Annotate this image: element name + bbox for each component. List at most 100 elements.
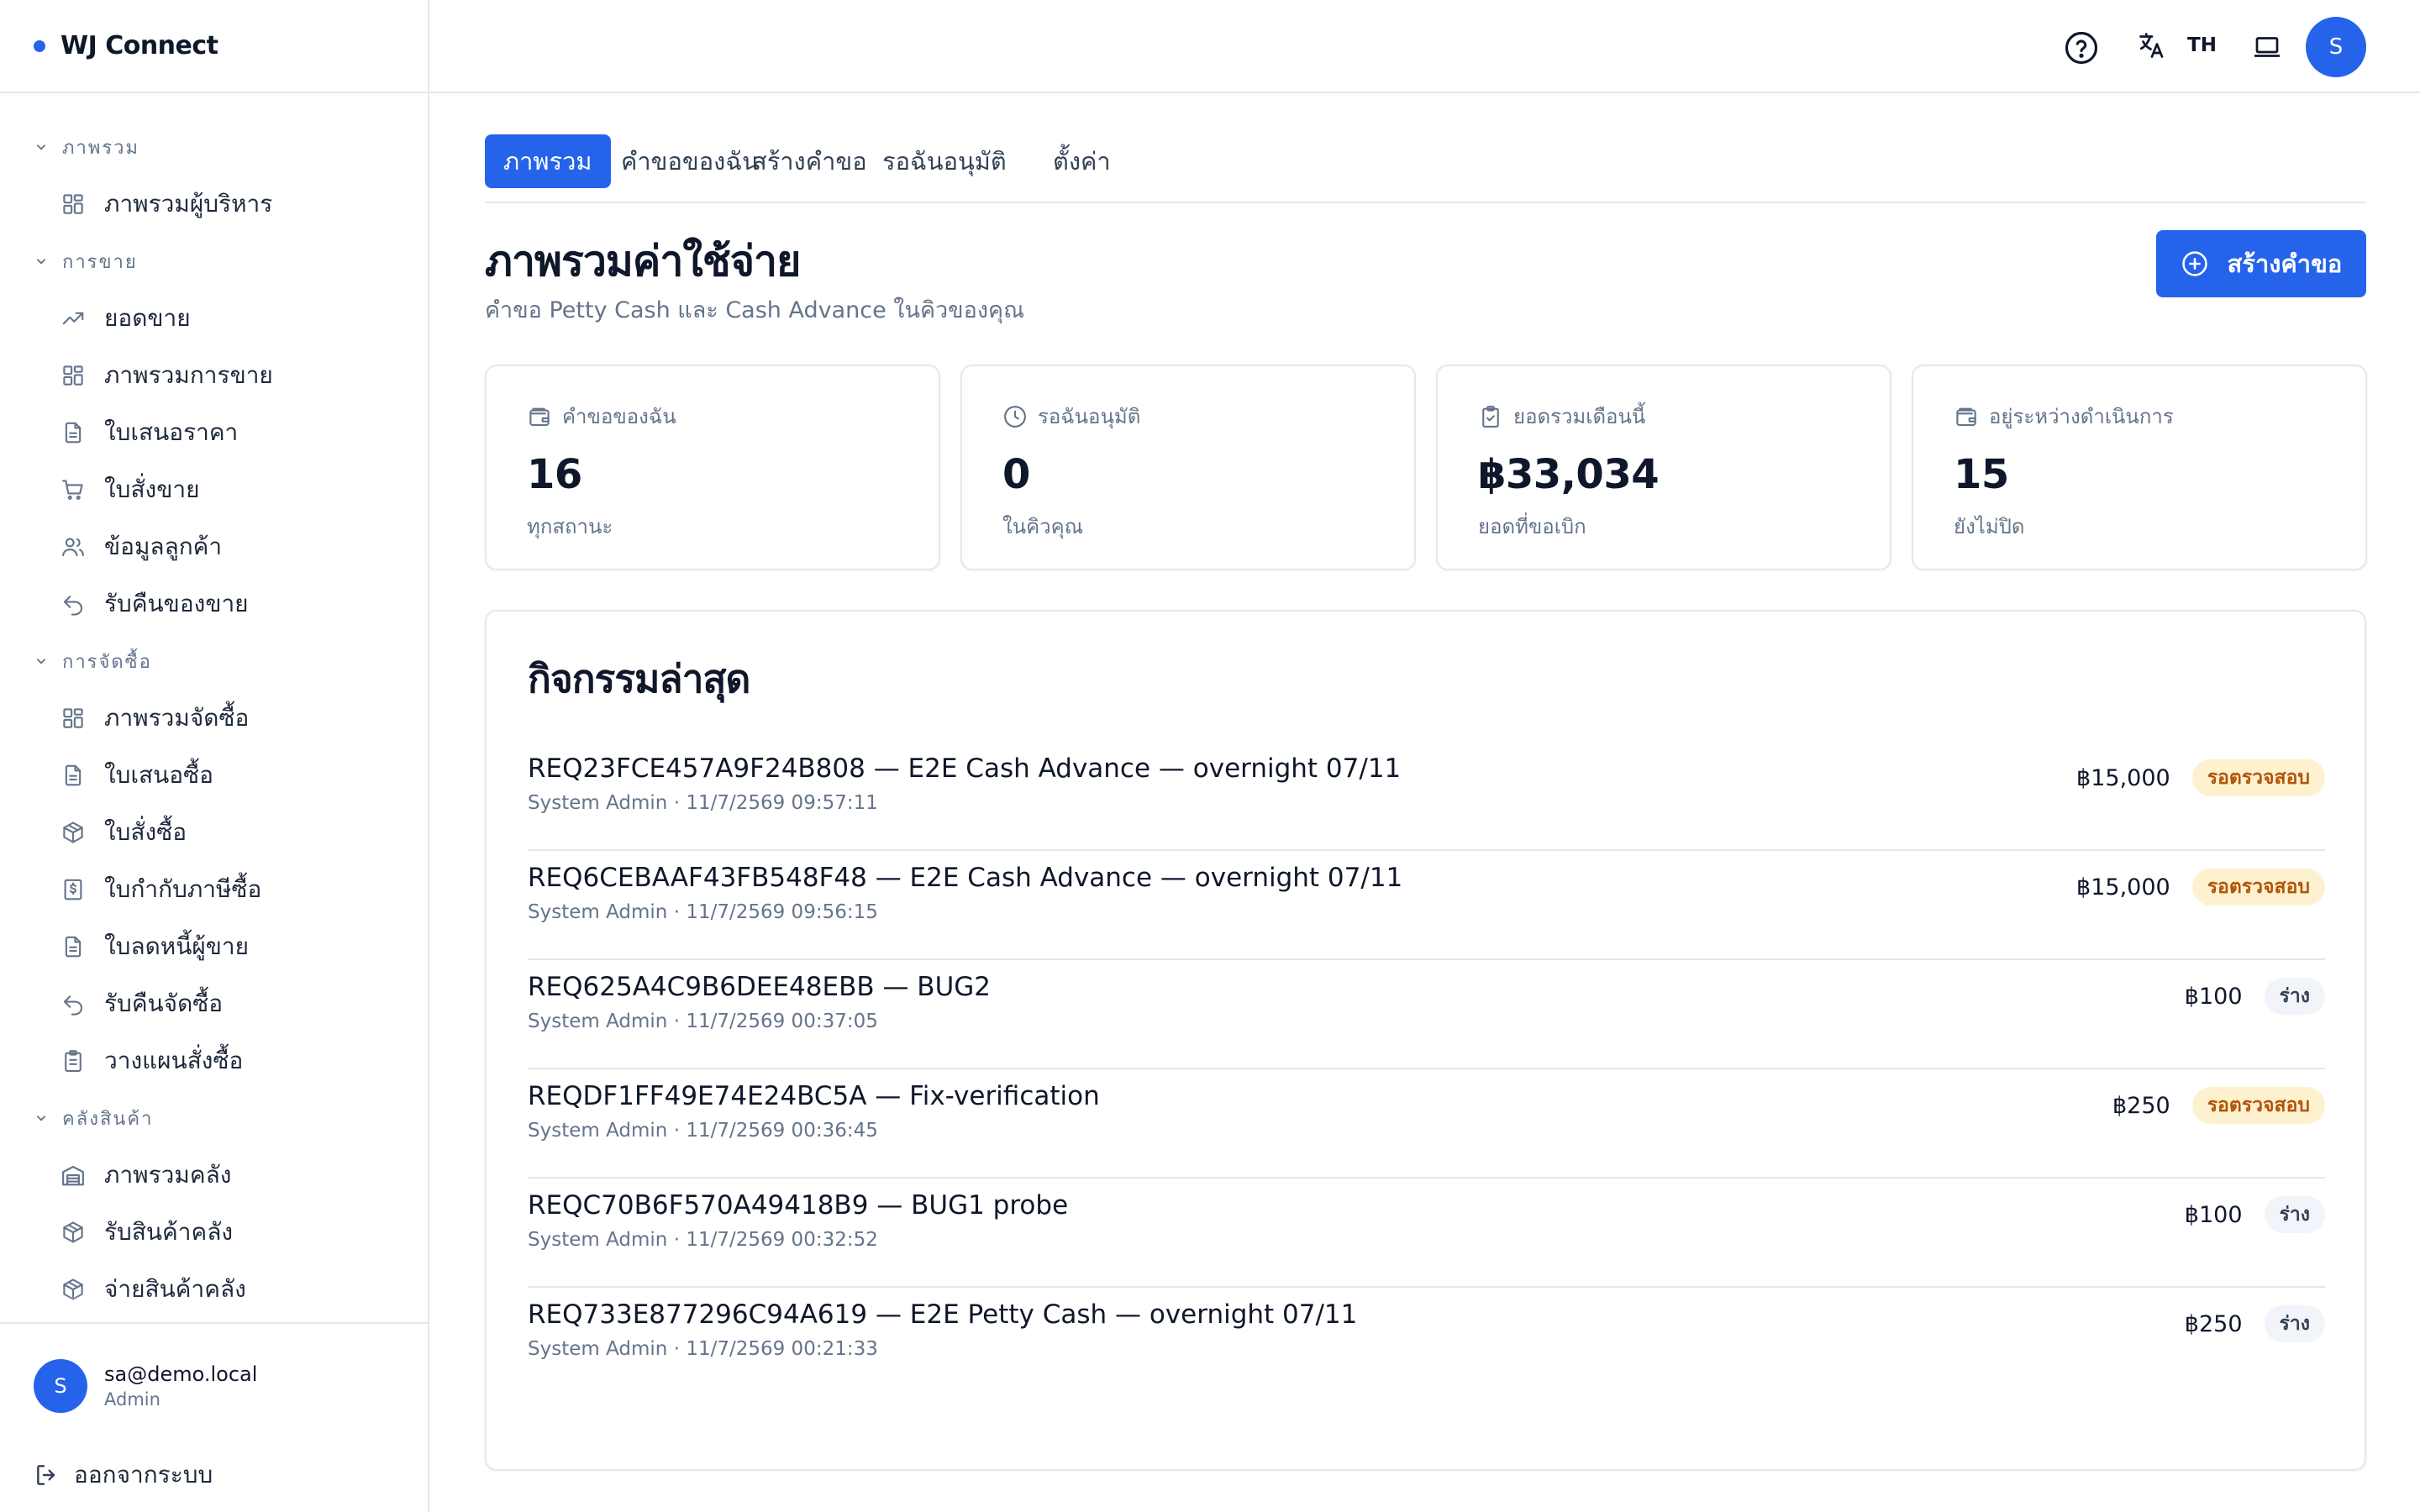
sidebar-item[interactable]: ยอดขาย [0,290,428,347]
stat-card: ยอดรวมเดือนนี้ ฿33,034 ยอดที่ขอเบิก [1436,365,1891,570]
activity-row[interactable]: REQ625A4C9B6DEE48EBB — BUG2 System Admin … [528,960,2325,1069]
logout-label: ออกจากระบบ [74,1461,213,1488]
sidebar-item-label: ใบกำกับภาษีซื้อ [104,875,262,903]
sidebar-item[interactable]: ใบเสนอราคา [0,404,428,461]
sidebar-group-header[interactable]: คลังสินค้า [0,1089,428,1147]
topbar [429,0,2420,93]
sidebar-item[interactable]: รับคืนจัดซื้อ [0,975,428,1032]
users-icon [60,534,86,559]
sidebar-group-header[interactable]: ภาพรวม [0,118,428,176]
activity-row[interactable]: REQ6CEBAAF43FB548F48 — E2E Cash Advance … [528,851,2325,960]
sidebar-group-label: การขาย [62,251,138,273]
stat-header: รอฉันอนุมัติ [1002,400,1374,433]
status-badge: รอตรวจสอบ [2191,759,2325,796]
wallet-icon [527,404,562,429]
create-request-button[interactable]: สร้างคำขอ [2156,230,2366,297]
sidebar-item[interactable]: วางแผนสั่งซื้อ [0,1032,428,1089]
sidebar-item-label: ใบเสนอซื้อ [104,761,213,789]
dashboard-icon [60,363,86,388]
stat-note: ทุกสถานะ [527,515,613,538]
chevron-down-icon [36,659,46,664]
sidebar-item[interactable]: ใบกำกับภาษีซื้อ [0,861,428,918]
activity-list: REQ23FCE457A9F24B808 — E2E Cash Advance … [528,742,2325,1397]
sidebar-item-label: ใบลดหนี้ผู้ขาย [104,932,250,960]
sidebar-item-label: รับคืนจัดซื้อ [104,990,224,1017]
warehouse-icon [60,1163,86,1188]
laptop-icon[interactable] [2252,34,2282,60]
activity-row[interactable]: REQ23FCE457A9F24B808 — E2E Cash Advance … [528,742,2325,851]
sidebar-group-label: การจัดซื้อ [62,651,152,673]
sidebar-item-label: ยอดขาย [104,304,191,332]
sidebar-group-header[interactable]: การจัดซื้อ [0,633,428,690]
activity-name: REQ6CEBAAF43FB548F48 — E2E Cash Advance … [528,863,1403,893]
sidebar-item-label: ภาพรวมคลัง [104,1161,232,1189]
status-badge: ร่าง [2264,1196,2325,1233]
logout-button[interactable]: ออกจากระบบ [0,1457,428,1494]
sidebar-item-label: ภาพรวมจัดซื้อ [104,704,250,732]
sidebar-group-label: ภาพรวม [62,137,140,159]
user-profile[interactable]: S sa@demo.local Admin [0,1359,428,1413]
sidebar-item[interactable]: ใบสั่งขาย [0,461,428,518]
nav-scroll-fade [0,1294,428,1320]
page-title: ภาพรวมค่าใช้จ่าย [485,237,801,286]
stat-label: คำขอของฉัน [562,405,676,428]
sidebar-item-label: รับคืนของขาย [104,590,249,617]
sidebar-group-header[interactable]: การขาย [0,233,428,290]
stat-label: ยอดรวมเดือนนี้ [1513,405,1646,428]
activity-right: ฿250 ร่าง [2185,1303,2325,1345]
activity-name: REQDF1FF49E74E24BC5A — Fix-verification [528,1081,1100,1111]
undo-icon [60,991,86,1016]
sidebar-item[interactable]: ใบลดหนี้ผู้ขาย [0,918,428,975]
package-icon [60,1220,86,1245]
activity-right: ฿100 ร่าง [2185,975,2325,1017]
brand[interactable]: WJ Connect [0,0,428,93]
status-badge: ร่าง [2264,1305,2325,1342]
chevron-down-icon [36,259,46,265]
sidebar-item[interactable]: ภาพรวมคลัง [0,1147,428,1204]
recent-activity-card: กิจกรรมล่าสุด REQ23FCE457A9F24B808 — E2E… [485,610,2366,1471]
stat-note: ยังไม่ปิด [1954,515,2025,538]
sidebar-item[interactable]: ข้อมูลลูกค้า [0,518,428,575]
activity-amount: ฿100 [2184,1201,2243,1228]
activity-title: กิจกรรมล่าสุด [528,656,750,701]
activity-row[interactable]: REQC70B6F570A49418B9 — BUG1 probe System … [528,1179,2325,1288]
sidebar-item[interactable]: ใบเสนอซื้อ [0,747,428,804]
tab[interactable]: สร้างคำขอ [734,134,886,188]
activity-name: REQC70B6F570A49418B9 — BUG1 probe [528,1190,1069,1221]
sidebar-item-label: ภาพรวมการขาย [104,361,273,389]
translate-icon [2139,33,2164,58]
tab[interactable]: ภาพรวม [485,134,611,188]
help-icon[interactable] [2064,30,2099,66]
stat-card: อยู่ระหว่างดำเนินการ 15 ยังไม่ปิด [1912,365,2367,570]
activity-meta: System Admin · 11/7/2569 00:21:33 [528,1338,878,1360]
activity-right: ฿15,000 รอตรวจสอบ [2076,757,2325,799]
package-icon [60,820,86,845]
stat-note: ยอดที่ขอเบิก [1478,515,1586,538]
sidebar-item[interactable]: ภาพรวมการขาย [0,347,428,404]
activity-amount: ฿250 [2112,1092,2170,1119]
activity-amount: ฿15,000 [2076,874,2170,900]
language-switcher[interactable]: TH [2137,30,2217,60]
document-icon [60,934,86,959]
activity-right: ฿100 ร่าง [2185,1194,2325,1236]
wallet-icon [1954,404,1989,429]
sidebar-item[interactable]: ภาพรวมจัดซื้อ [0,690,428,747]
topbar-avatar[interactable]: S [2306,17,2366,77]
brand-dot-icon [34,39,45,52]
sidebar-item-label: ข้อมูลลูกค้า [104,533,223,560]
sidebar-item[interactable]: รับคืนของขาย [0,575,428,633]
sidebar-item-label: รับสินค้าคลัง [104,1218,234,1246]
clock-icon [1002,404,1038,429]
cart-icon [60,477,86,502]
activity-amount: ฿100 [2184,983,2243,1010]
sidebar-item[interactable]: รับสินค้าคลัง [0,1204,428,1261]
sidebar-item[interactable]: ภาพรวมผู้บริหาร [0,176,428,233]
clipboard-check-icon [1478,404,1513,429]
tab[interactable]: รอฉันอนุมัติ [864,134,1025,188]
activity-row[interactable]: REQDF1FF49E74E24BC5A — Fix-verification S… [528,1069,2325,1179]
stat-cards: คำขอของฉัน 16 ทุกสถานะ รอฉันอนุมัติ 0 ในคิวคุ… [485,365,2367,570]
activity-row[interactable]: REQ733E877296C94A619 — E2E Petty Cash — … [528,1288,2325,1397]
stat-card: รอฉันอนุมัติ 0 ในคิวคุณ [960,365,1416,570]
sidebar-item[interactable]: ใบสั่งซื้อ [0,804,428,861]
tab[interactable]: ตั้งค่า [1034,134,1129,188]
